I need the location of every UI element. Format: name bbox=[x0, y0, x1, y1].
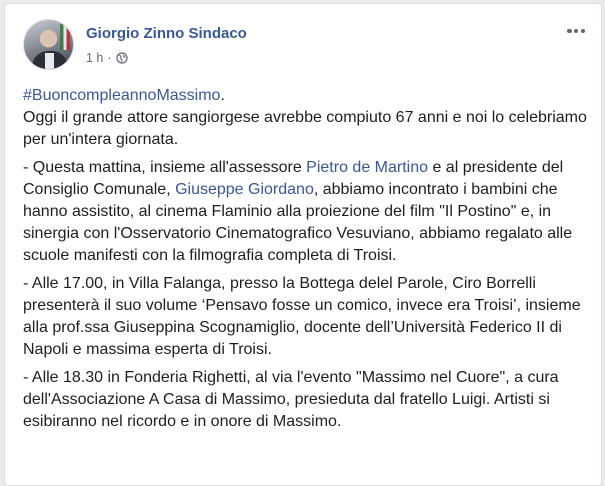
post-paragraph-evening: - Alle 18.30 in Fonderia Righetti, al vi… bbox=[23, 369, 559, 430]
hashtag-link[interactable]: #BuoncompleannoMassimo bbox=[23, 87, 220, 104]
hashtag-suffix: . bbox=[220, 87, 225, 104]
author-name[interactable]: Giorgio Zinno Sindaco bbox=[86, 25, 247, 42]
post-meta: 1 h · bbox=[86, 51, 128, 65]
globe-icon[interactable] bbox=[115, 52, 128, 64]
morning-text-a: - Questa mattina, insieme all'assessore bbox=[23, 159, 307, 176]
post-paragraph-intro: Oggi il grande attore sangiorgese avrebb… bbox=[23, 109, 587, 148]
post-paragraph-hashtag: #BuoncompleannoMassimo. bbox=[23, 85, 591, 107]
post-body: #BuoncompleannoMassimo. Oggi il grande a… bbox=[23, 85, 591, 439]
post-card: Giorgio Zinno Sindaco 1 h · #Buoncomplea… bbox=[4, 3, 602, 486]
avatar[interactable] bbox=[23, 19, 74, 70]
mention-giuseppe-giordano[interactable]: Giuseppe Giordano bbox=[175, 181, 314, 198]
post-paragraph-morning: - Questa mattina, insieme all'assessore … bbox=[23, 157, 591, 267]
flag-image bbox=[60, 24, 70, 50]
mention-pietro-de-martino[interactable]: Pietro de Martino bbox=[306, 159, 428, 176]
post-paragraph-afternoon: - Alle 17.00, in Villa Falanga, presso l… bbox=[23, 275, 581, 358]
shirt-shape bbox=[45, 53, 54, 69]
post-header: Giorgio Zinno Sindaco 1 h · bbox=[23, 19, 587, 71]
more-icon[interactable] bbox=[565, 23, 587, 39]
timestamp[interactable]: 1 h bbox=[86, 51, 103, 65]
meta-separator: · bbox=[107, 51, 112, 65]
